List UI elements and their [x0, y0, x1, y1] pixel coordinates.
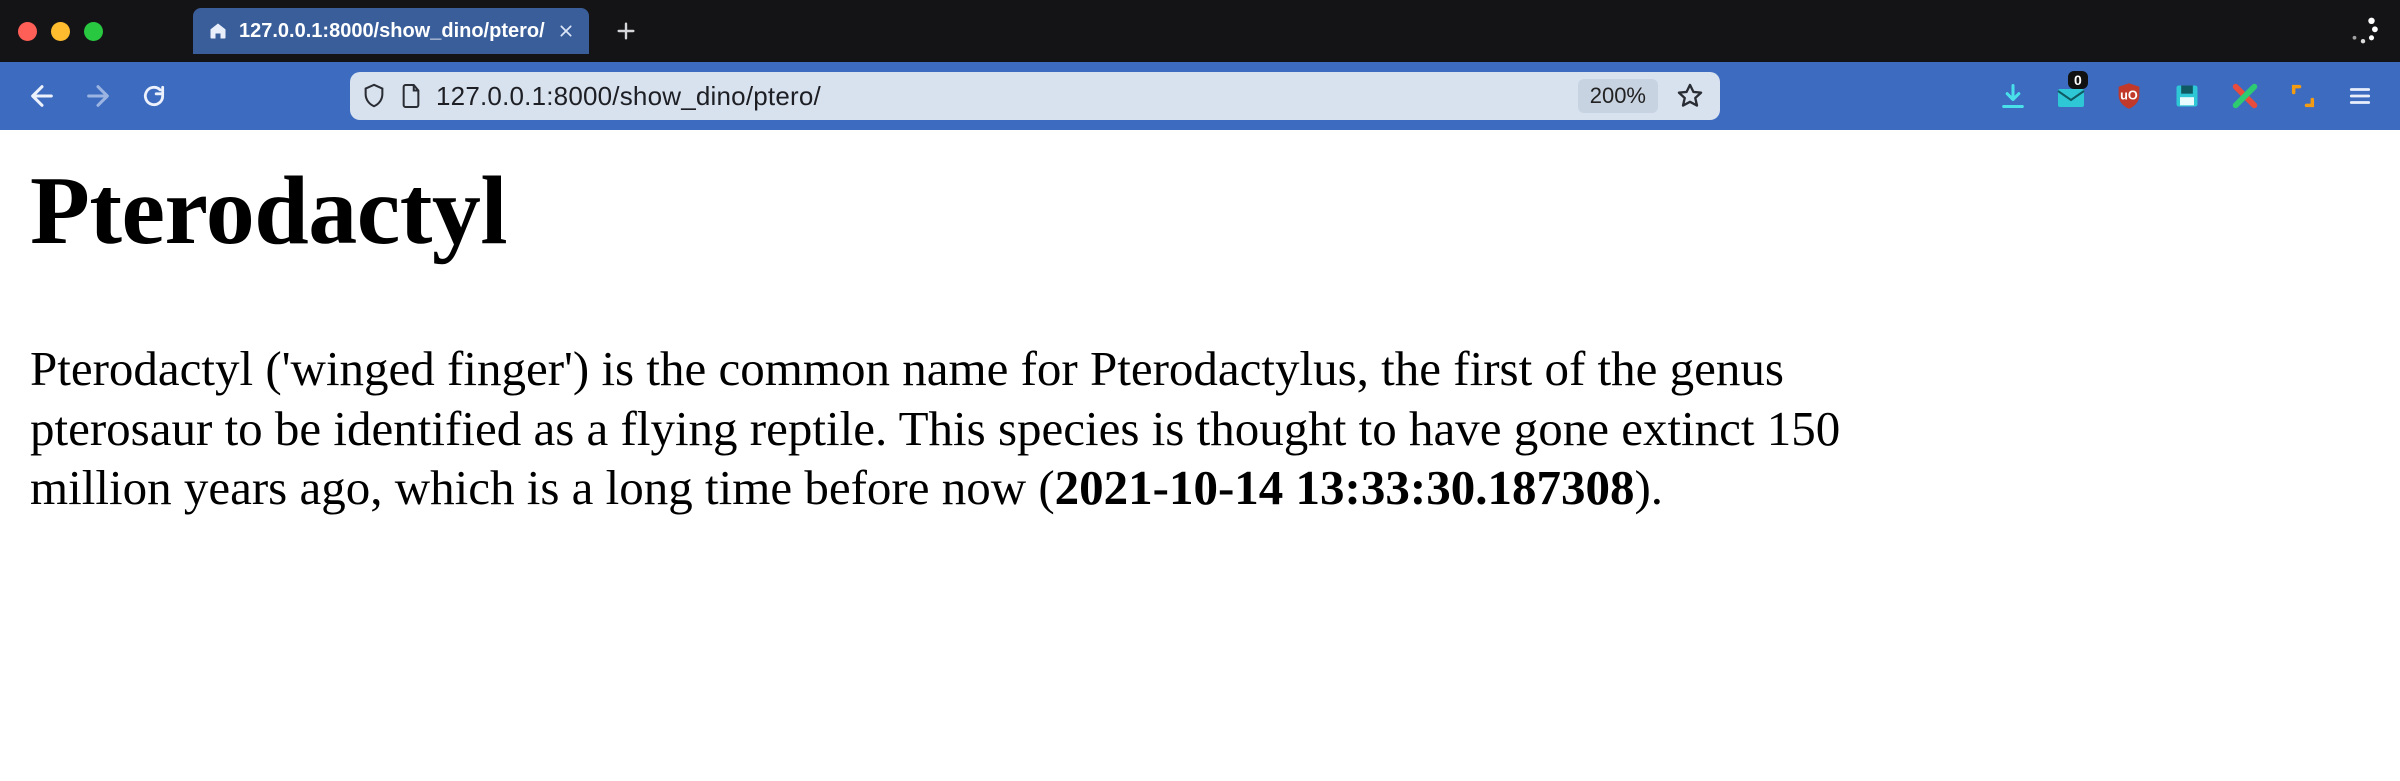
- fullscreen-extension-button[interactable]: [2286, 79, 2320, 113]
- paragraph-text-post: ).: [1634, 460, 1663, 515]
- tracking-protection-icon[interactable]: [362, 83, 386, 109]
- page-content: Pterodactyl Pterodactyl ('winged finger'…: [0, 130, 2400, 518]
- tab-favicon-icon: [207, 20, 229, 42]
- app-menu-button[interactable]: [2342, 78, 2378, 114]
- new-tab-button[interactable]: [607, 12, 645, 50]
- window-zoom-button[interactable]: [84, 22, 103, 41]
- back-button[interactable]: [22, 76, 62, 116]
- zoom-level-badge[interactable]: 200%: [1578, 79, 1658, 113]
- window-minimize-button[interactable]: [51, 22, 70, 41]
- bookmark-star-button[interactable]: [1672, 82, 1708, 110]
- tab-strip: 127.0.0.1:8000/show_dino/ptero/: [0, 0, 2400, 62]
- ublock-extension-button[interactable]: uO: [2112, 79, 2146, 113]
- downloads-button[interactable]: [1996, 79, 2030, 113]
- mail-badge: 0: [2068, 71, 2088, 89]
- reload-button[interactable]: [134, 76, 174, 116]
- tab-title: 127.0.0.1:8000/show_dino/ptero/: [239, 20, 545, 43]
- window-controls: [18, 22, 103, 41]
- browser-toolbar: 127.0.0.1:8000/show_dino/ptero/ 200% 0 u…: [0, 62, 2400, 130]
- mail-extension-button[interactable]: 0: [2054, 79, 2088, 113]
- tab-close-button[interactable]: [555, 20, 577, 42]
- browser-tab[interactable]: 127.0.0.1:8000/show_dino/ptero/: [193, 8, 589, 54]
- site-identity-icon[interactable]: [400, 83, 422, 109]
- svg-text:uO: uO: [2120, 88, 2138, 102]
- forward-button[interactable]: [78, 76, 118, 116]
- paragraph-timestamp: 2021-10-14 13:33:30.187308: [1055, 460, 1635, 515]
- x-extension-button[interactable]: [2228, 79, 2262, 113]
- url-text[interactable]: 127.0.0.1:8000/show_dino/ptero/: [436, 81, 1564, 112]
- address-bar[interactable]: 127.0.0.1:8000/show_dino/ptero/ 200%: [350, 72, 1720, 120]
- loading-spinner-icon: [2346, 14, 2380, 48]
- page-title: Pterodactyl: [30, 160, 2370, 263]
- toolbar-extensions: 0 uO: [1996, 79, 2320, 113]
- window-close-button[interactable]: [18, 22, 37, 41]
- page-paragraph: Pterodactyl ('winged finger') is the com…: [30, 339, 1880, 518]
- save-extension-button[interactable]: [2170, 79, 2204, 113]
